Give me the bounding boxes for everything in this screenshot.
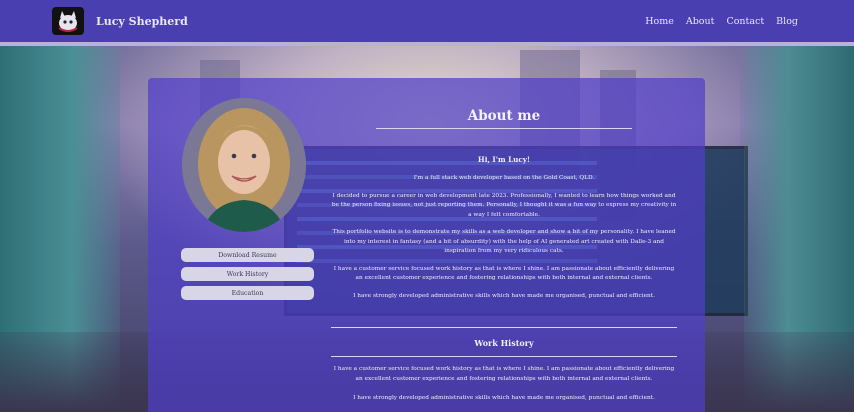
- cat-logo-icon[interactable]: [52, 7, 84, 35]
- nav-link-blog[interactable]: Blog: [776, 16, 798, 27]
- nav-link-about[interactable]: About: [686, 16, 715, 27]
- work-history-button[interactable]: Work History: [181, 267, 314, 281]
- about-title: About me: [467, 108, 541, 124]
- about-card: Download Resume Work History Education A…: [148, 78, 705, 412]
- work-paragraph: I have a customer service focused work h…: [333, 366, 675, 382]
- download-resume-button[interactable]: Download Resume: [181, 248, 314, 262]
- about-paragraph: This portfolio website is to demonstrate…: [332, 229, 676, 254]
- about-paragraph: I decided to pursue a career in web deve…: [331, 192, 677, 218]
- site-brand[interactable]: Lucy Shepherd: [96, 15, 188, 28]
- work-history-title: Work History: [474, 338, 534, 348]
- work-divider: [331, 356, 677, 357]
- work-paragraph: I have strongly developed administrative…: [353, 395, 655, 401]
- nav-link-home[interactable]: Home: [645, 16, 674, 27]
- title-divider: [376, 128, 632, 129]
- navbar: Lucy Shepherd Home About Contact Blog: [0, 0, 854, 46]
- profile-photo: [182, 98, 306, 232]
- about-paragraph: I'm a full stack web developer based on …: [413, 175, 595, 181]
- about-content: About me Hi, I'm Lucy! I'm a full stack …: [330, 108, 678, 404]
- section-divider: [331, 327, 677, 328]
- greeting: Hi, I'm Lucy!: [477, 155, 531, 164]
- nav-links: Home About Contact Blog: [645, 16, 798, 27]
- about-paragraph: I have strongly developed administrative…: [353, 292, 655, 299]
- profile-buttons: Download Resume Work History Education: [181, 248, 314, 305]
- about-paragraph: I have a customer service focused work h…: [333, 265, 675, 282]
- nav-link-contact[interactable]: Contact: [726, 16, 764, 27]
- education-button[interactable]: Education: [181, 286, 314, 300]
